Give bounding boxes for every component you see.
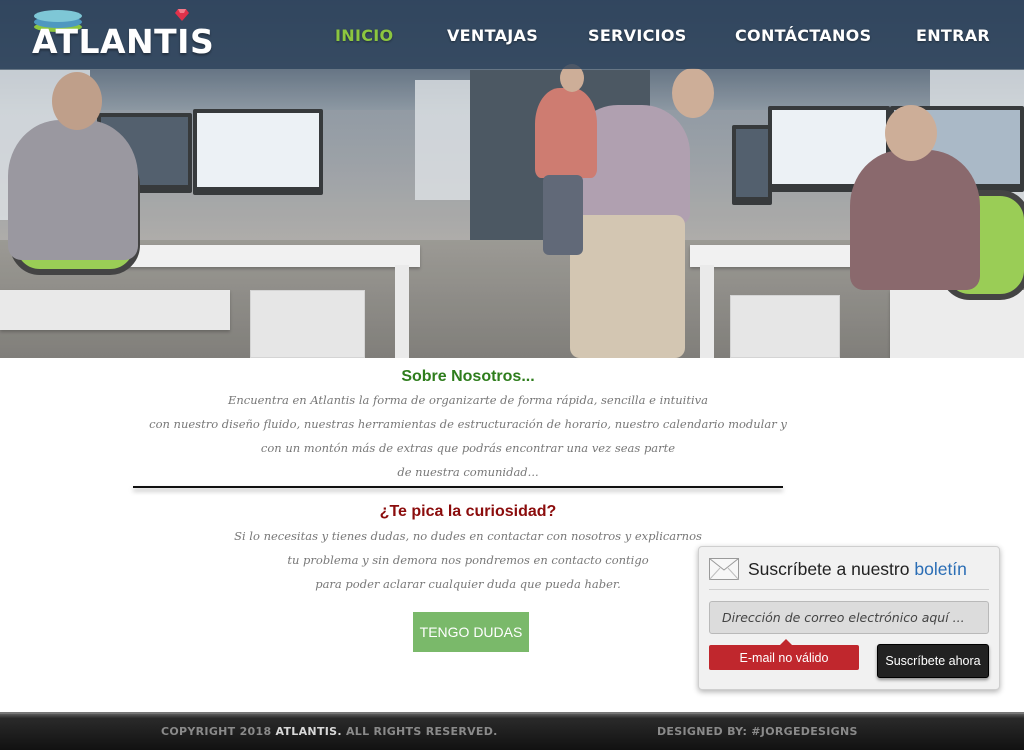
about-title: Sobre Nosotros... [401,368,535,385]
error-tip [780,639,792,645]
gem-icon [175,9,189,21]
nav-item-entrar[interactable]: ENTRAR [916,26,990,45]
copyright-prefix: COPYRIGHT 2018 [161,725,272,738]
about-line: Encuentra en Atlantis la forma de organi… [227,393,709,407]
top-navbar: ATLANTIS INICIO VENTAJAS SERVICIOS CONTÁ… [0,0,1024,69]
newsletter-title-highlight: boletín [914,559,967,579]
section-divider [133,486,783,488]
about-line: con nuestro diseño fluido, nuestras herr… [149,417,787,431]
curiosity-line: Si lo necesitas y tienes dudas, no dudes… [234,529,702,543]
newsletter-email-input[interactable] [709,601,989,634]
envelope-icon [709,558,739,580]
logo-text: ATLANTIS [32,22,215,61]
footer: COPYRIGHT 2018 ATLANTIS. ALL RIGHTS RESE… [0,712,1024,750]
newsletter-title-prefix: Suscríbete a nuestro [748,559,910,579]
about-line: de nuestra comunidad... [397,465,539,479]
newsletter-title: Suscríbete a nuestro boletín [748,559,967,580]
nav-item-servicios[interactable]: SERVICIOS [588,26,687,45]
copyright-brand: ATLANTIS. [275,725,342,738]
curiosity-title: ¿Te pica la curiosidad? [379,503,557,520]
subscribe-button[interactable]: Suscríbete ahora [877,644,989,678]
atlantis-logo[interactable]: ATLANTIS [32,8,215,61]
tengo-dudas-button[interactable]: TENGO DUDAS [413,612,529,652]
nav-item-contactanos[interactable]: CONTÁCTANOS [735,26,871,45]
email-error-text: E-mail no válido [739,650,829,665]
footer-copyright: COPYRIGHT 2018 ATLANTIS. ALL RIGHTS RESE… [161,725,498,738]
newsletter-box: Suscríbete a nuestro boletín E-mail no v… [698,546,1000,690]
nav-item-ventajas[interactable]: VENTAJAS [447,26,538,45]
newsletter-divider [709,589,989,590]
footer-designed-by[interactable]: DESIGNED BY: #JORGEDESIGNS [657,725,858,738]
email-error-badge: E-mail no válido [709,639,859,670]
nav-item-inicio[interactable]: INICIO [335,26,393,45]
about-line: con un montón más de extras que podrás e… [260,441,676,455]
copyright-suffix: ALL RIGHTS RESERVED. [345,725,498,738]
